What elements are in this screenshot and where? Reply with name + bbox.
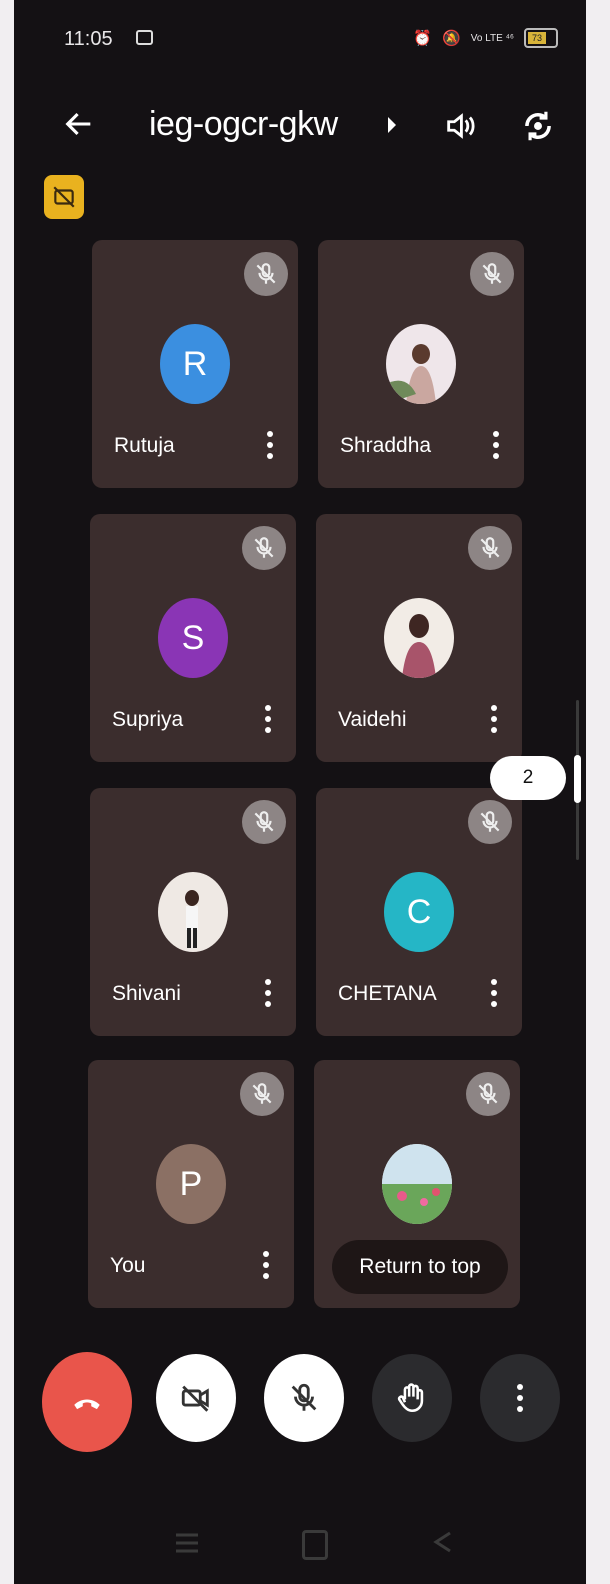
mic-off-icon — [470, 252, 514, 296]
avatar: R — [160, 324, 230, 404]
camera-off-alert-icon[interactable] — [44, 175, 84, 219]
meeting-header: ieg-ogcr-gkw — [14, 95, 586, 155]
participant-name: Shraddha — [340, 434, 432, 457]
participant-name: You — [110, 1254, 146, 1277]
battery-level: 73 — [528, 32, 546, 44]
mic-off-icon — [240, 1072, 284, 1116]
mic-off-icon — [468, 526, 512, 570]
hang-up-icon — [74, 1399, 100, 1410]
nav-back-icon[interactable] — [432, 1530, 454, 1554]
avatar-photo — [158, 872, 228, 952]
chevron-right-icon[interactable] — [386, 115, 398, 135]
participant-name: Vaidehi — [338, 708, 407, 731]
more-options-icon[interactable] — [490, 704, 498, 734]
status-icons: ⏰ 🔕 Vo LTE ⁴⁶ 73 — [413, 28, 558, 48]
mic-off-icon — [242, 526, 286, 570]
participant-tile[interactable]: R Rutuja — [92, 240, 298, 488]
status-time: 11:05 — [64, 28, 113, 50]
signal-text: Vo LTE ⁴⁶ — [470, 32, 514, 44]
screen-record-icon — [136, 30, 153, 45]
meeting-code[interactable]: ieg-ogcr-gkw — [149, 105, 338, 144]
participant-tile[interactable]: C CHETANA — [316, 788, 522, 1036]
participant-tile[interactable]: Vaidehi — [316, 514, 522, 762]
back-arrow-icon[interactable] — [62, 107, 96, 141]
hand-icon — [397, 1383, 424, 1413]
participant-tile[interactable]: Shraddha — [318, 240, 524, 488]
participant-name: Rutuja — [114, 434, 175, 457]
mute-bell-icon: 🔕 — [442, 30, 461, 47]
recents-icon[interactable] — [174, 1532, 200, 1554]
meet-call-screen: 11:05 ⏰ 🔕 Vo LTE ⁴⁶ 73 ieg-ogcr-gkw R Ru… — [14, 0, 586, 1584]
raise-hand-button[interactable] — [372, 1354, 452, 1442]
avatar: S — [158, 598, 228, 678]
camera-toggle-button[interactable] — [156, 1354, 236, 1442]
mic-off-icon — [242, 800, 286, 844]
more-options-icon[interactable] — [262, 1250, 270, 1280]
mic-off-icon — [468, 800, 512, 844]
mic-off-icon — [244, 252, 288, 296]
avatar: P — [156, 1144, 226, 1224]
participant-tile[interactable]: P You — [88, 1060, 294, 1308]
switch-camera-icon[interactable] — [519, 107, 557, 145]
participant-tile[interactable]: Shivani — [90, 788, 296, 1036]
speaker-icon[interactable] — [442, 109, 478, 143]
end-call-button[interactable] — [42, 1352, 132, 1452]
mic-off-icon — [466, 1072, 510, 1116]
call-controls — [14, 1342, 586, 1452]
mic-toggle-button[interactable] — [264, 1354, 344, 1442]
status-bar: 11:05 ⏰ 🔕 Vo LTE ⁴⁶ 73 — [14, 0, 586, 80]
more-options-icon[interactable] — [266, 430, 274, 460]
page-indicator: 2 — [490, 756, 566, 800]
avatar-photo — [382, 1144, 452, 1224]
camera-off-icon — [181, 1385, 209, 1412]
participant-name: CHETANA — [338, 982, 437, 1005]
avatar-photo — [386, 324, 456, 404]
scrollbar-thumb[interactable] — [574, 755, 581, 803]
battery-icon: 73 — [524, 28, 558, 48]
system-nav-bar — [14, 1500, 586, 1584]
participant-name: Supriya — [112, 708, 184, 731]
home-icon[interactable] — [302, 1530, 328, 1560]
more-options-icon[interactable] — [492, 430, 500, 460]
participant-tile[interactable]: S Supriya — [90, 514, 296, 762]
mic-off-icon — [291, 1383, 317, 1411]
more-options-icon[interactable] — [264, 978, 272, 1008]
more-options-button[interactable] — [480, 1354, 560, 1442]
participant-name: Shivani — [112, 982, 181, 1005]
return-to-top-button[interactable]: Return to top — [332, 1240, 508, 1294]
more-options-icon[interactable] — [264, 704, 272, 734]
avatar-photo — [384, 598, 454, 678]
more-vert-icon — [517, 1384, 523, 1412]
alarm-icon: ⏰ — [413, 30, 433, 47]
avatar: C — [384, 872, 454, 952]
more-options-icon[interactable] — [490, 978, 498, 1008]
